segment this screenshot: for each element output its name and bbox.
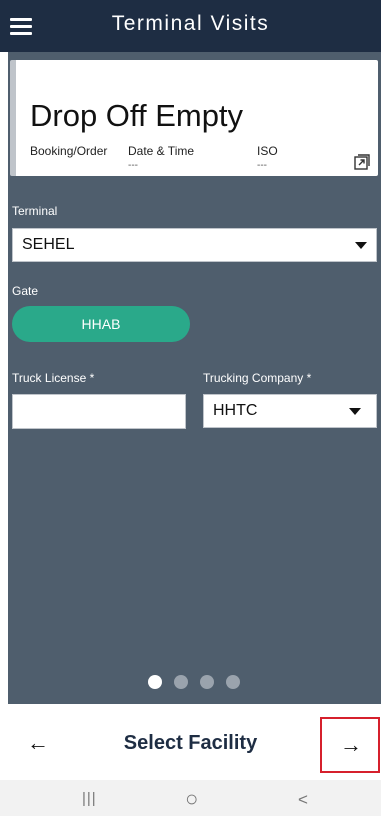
date-time-value: --- [128, 160, 138, 171]
page-dot-4[interactable] [226, 675, 240, 689]
trucking-company-value: HHTC [213, 402, 258, 419]
truck-license-label: Truck License * [12, 371, 95, 385]
truck-license-input[interactable] [12, 394, 186, 429]
date-time-label: Date & Time [128, 144, 195, 158]
back-icon[interactable]: < [298, 790, 308, 810]
recents-icon[interactable]: ||| [82, 790, 97, 807]
gate-label: Gate [12, 284, 39, 298]
trucking-company-select[interactable]: HHTC [203, 394, 377, 428]
iso-value: --- [257, 160, 267, 171]
iso-label: ISO [257, 144, 278, 158]
arrow-right-icon[interactable]: → [340, 732, 362, 758]
terminal-label: Terminal [12, 204, 58, 218]
system-navigation-bar: ||| ○ < [0, 780, 381, 816]
terminal-select[interactable]: SEHEL [12, 228, 377, 262]
chevron-down-icon [349, 408, 361, 415]
home-icon[interactable]: ○ [185, 786, 198, 812]
booking-order-label: Booking/Order [30, 144, 108, 158]
screen: Terminal Visits Drop Off Empty Booking/O… [0, 0, 381, 816]
terminal-value: SEHEL [22, 236, 75, 253]
chevron-down-icon [355, 242, 367, 249]
wizard-footer: ← Select Facility → [0, 704, 381, 780]
main-panel: Drop Off Empty Booking/Order Date & Time… [8, 52, 381, 704]
page-dot-2[interactable] [174, 675, 188, 689]
trucking-company-label: Trucking Company * [203, 371, 312, 385]
visit-type-card[interactable]: Drop Off Empty Booking/Order Date & Time… [10, 60, 378, 176]
page-dot-1[interactable] [148, 675, 162, 689]
gate-button[interactable]: HHAB [12, 306, 190, 342]
expand-icon[interactable] [354, 154, 370, 170]
page-indicator [148, 675, 248, 689]
top-app-bar: Terminal Visits [0, 0, 381, 52]
page-dot-3[interactable] [200, 675, 214, 689]
visit-type-title: Drop Off Empty [30, 98, 244, 133]
next-button[interactable]: → [320, 717, 380, 773]
app-title: Terminal Visits [111, 12, 270, 35]
